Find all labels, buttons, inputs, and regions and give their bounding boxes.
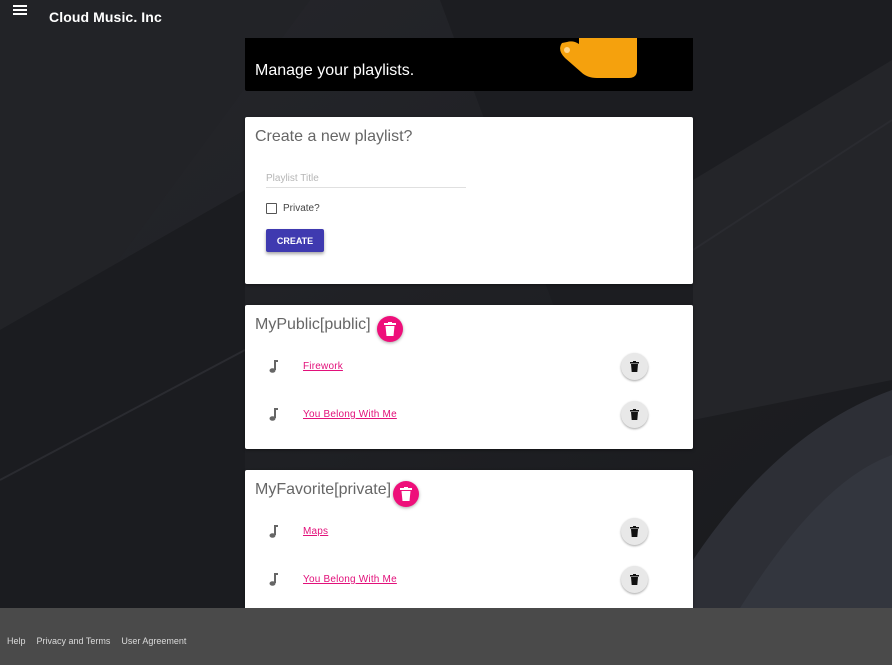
hamburger-menu-icon[interactable]	[13, 3, 27, 17]
footer-links: Help Privacy and Terms User Agreement	[7, 636, 186, 646]
music-note-icon	[269, 525, 278, 538]
trash-icon	[630, 361, 639, 372]
trash-icon	[384, 322, 396, 336]
create-button[interactable]: CREATE	[266, 229, 324, 252]
song-row: Maps	[245, 515, 693, 549]
song-row: Firework	[245, 350, 693, 384]
delete-song-button[interactable]	[621, 566, 648, 593]
footer-link-help[interactable]: Help	[7, 636, 26, 646]
footer-link-user-agreement[interactable]: User Agreement	[121, 636, 186, 646]
trash-icon	[630, 526, 639, 537]
playlist-title: MyPublic[public]	[255, 316, 371, 333]
brand-title: Cloud Music. Inc	[49, 9, 162, 25]
playlist-title: MyFavorite[private]	[255, 481, 392, 498]
delete-song-button[interactable]	[621, 518, 648, 545]
trash-icon	[630, 574, 639, 585]
delete-song-button[interactable]	[621, 353, 648, 380]
playlist-card: MyFavorite[private] Maps You Belong With…	[245, 470, 693, 608]
trash-icon	[630, 409, 639, 420]
song-link[interactable]: Maps	[303, 526, 328, 537]
footer: Help Privacy and Terms User Agreement	[0, 608, 892, 665]
create-playlist-card: Create a new playlist? Private? CREATE	[245, 117, 693, 284]
delete-playlist-button[interactable]	[377, 316, 403, 342]
music-note-icon	[269, 408, 278, 421]
footer-link-privacy-terms[interactable]: Privacy and Terms	[37, 636, 111, 646]
playlist-card: MyPublic[public] Firework You Belong Wit…	[245, 305, 693, 449]
song-link[interactable]: You Belong With Me	[303, 574, 397, 585]
private-checkbox-row[interactable]: Private?	[266, 203, 320, 214]
song-row: You Belong With Me	[245, 563, 693, 597]
top-app-bar: Cloud Music. Inc	[0, 0, 892, 36]
playlist-title-input[interactable]	[266, 169, 466, 188]
private-label: Private?	[283, 203, 320, 214]
delete-song-button[interactable]	[621, 401, 648, 428]
song-link[interactable]: You Belong With Me	[303, 409, 397, 420]
create-playlist-heading: Create a new playlist?	[255, 128, 413, 145]
hand-graphic	[560, 38, 637, 78]
main-content[interactable]: Manage your playlists. Create a new play…	[0, 38, 892, 608]
private-checkbox[interactable]	[266, 203, 277, 214]
song-link[interactable]: Firework	[303, 361, 343, 372]
delete-playlist-button[interactable]	[393, 481, 419, 507]
hero-banner: Manage your playlists.	[245, 38, 693, 91]
music-note-icon	[269, 573, 278, 586]
music-note-icon	[269, 360, 278, 373]
banner-text: Manage your playlists.	[255, 62, 415, 79]
trash-icon	[400, 487, 412, 501]
song-row: You Belong With Me	[245, 398, 693, 432]
